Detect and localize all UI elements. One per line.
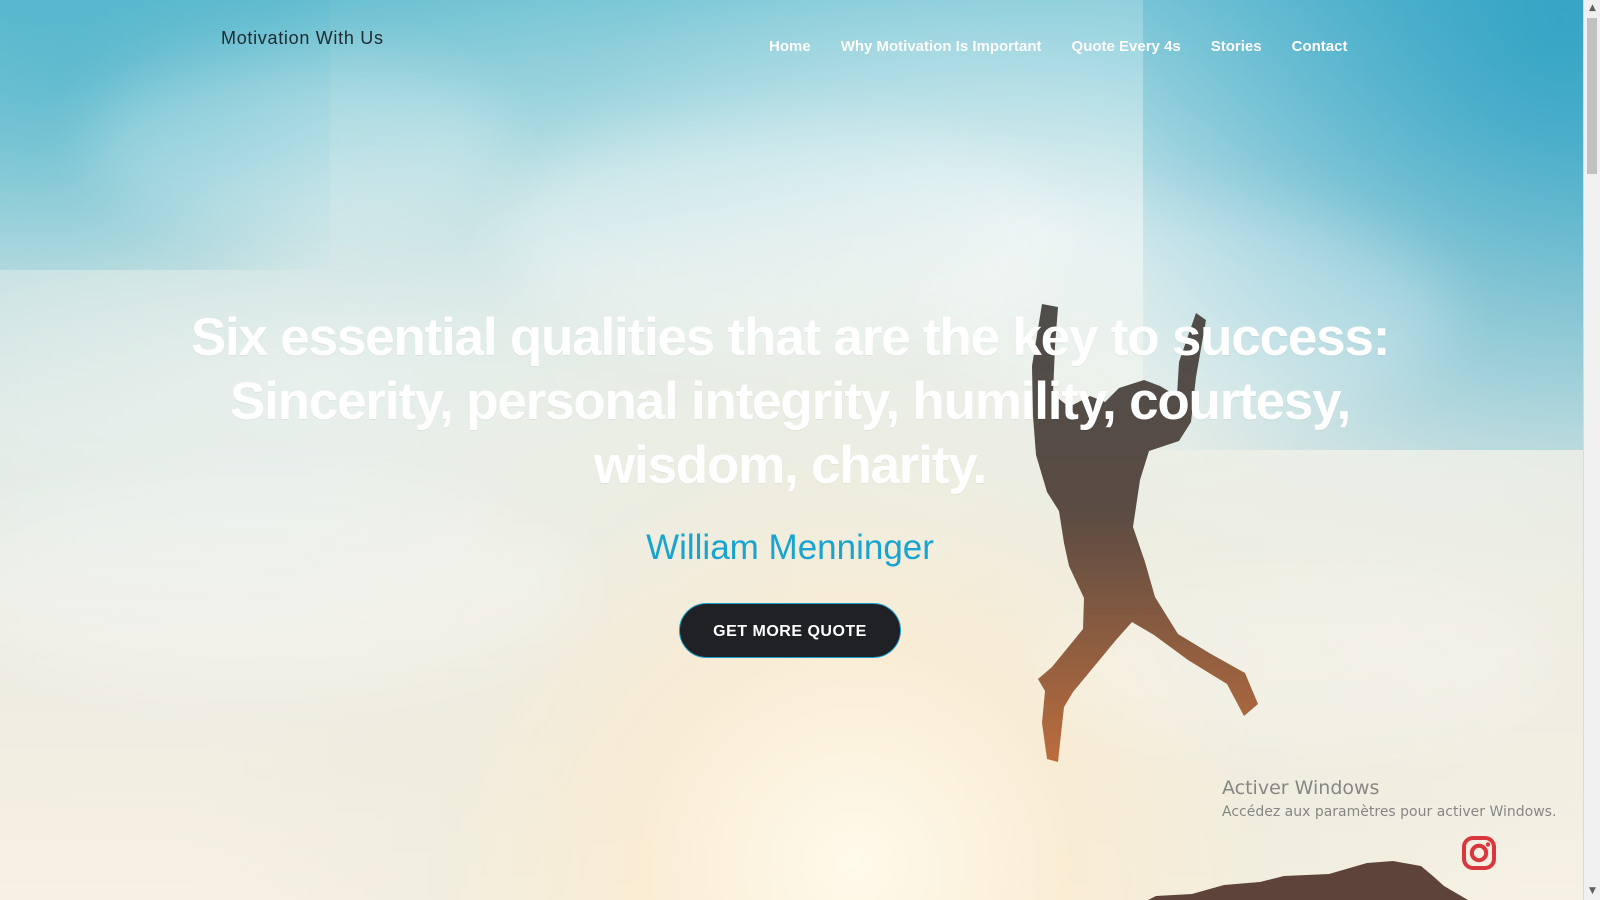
get-more-quote-button[interactable]: GET MORE QUOTE (679, 603, 901, 658)
hero-content: Six essential qualities that are the key… (190, 306, 1390, 658)
scroll-down-arrow-icon[interactable]: ▼ (1584, 883, 1600, 900)
quote-author: William Menninger (646, 528, 934, 567)
nav-why-motivation-link[interactable]: Why Motivation Is Important (841, 38, 1042, 55)
site-header: Motivation With Us Home Why Motivation I… (0, 0, 1583, 90)
instagram-icon[interactable] (1460, 834, 1498, 872)
main-navigation: Home Why Motivation Is Important Quote E… (769, 38, 1347, 55)
nav-contact-link[interactable]: Contact (1292, 38, 1348, 55)
nav-home-link[interactable]: Home (769, 38, 811, 55)
windows-activation-watermark: Activer Windows Accédez aux paramètres p… (1222, 777, 1556, 821)
watermark-subtitle: Accédez aux paramètres pour activer Wind… (1222, 804, 1557, 820)
watermark-title: Activer Windows (1222, 777, 1380, 799)
nav-stories-link[interactable]: Stories (1211, 38, 1262, 55)
rock-silhouette (1148, 861, 1468, 900)
site-brand-link[interactable]: Motivation With Us (221, 28, 384, 49)
nav-quote-every-4s-link[interactable]: Quote Every 4s (1072, 38, 1181, 55)
hero-quote: Six essential qualities that are the key… (190, 308, 1391, 495)
scroll-up-arrow-icon[interactable]: ▲ (1584, 0, 1600, 17)
scrollbar-thumb[interactable] (1587, 18, 1597, 174)
vertical-scrollbar[interactable]: ▲ ▼ (1583, 0, 1600, 900)
page-viewport: Motivation With Us Home Why Motivation I… (0, 0, 1600, 900)
